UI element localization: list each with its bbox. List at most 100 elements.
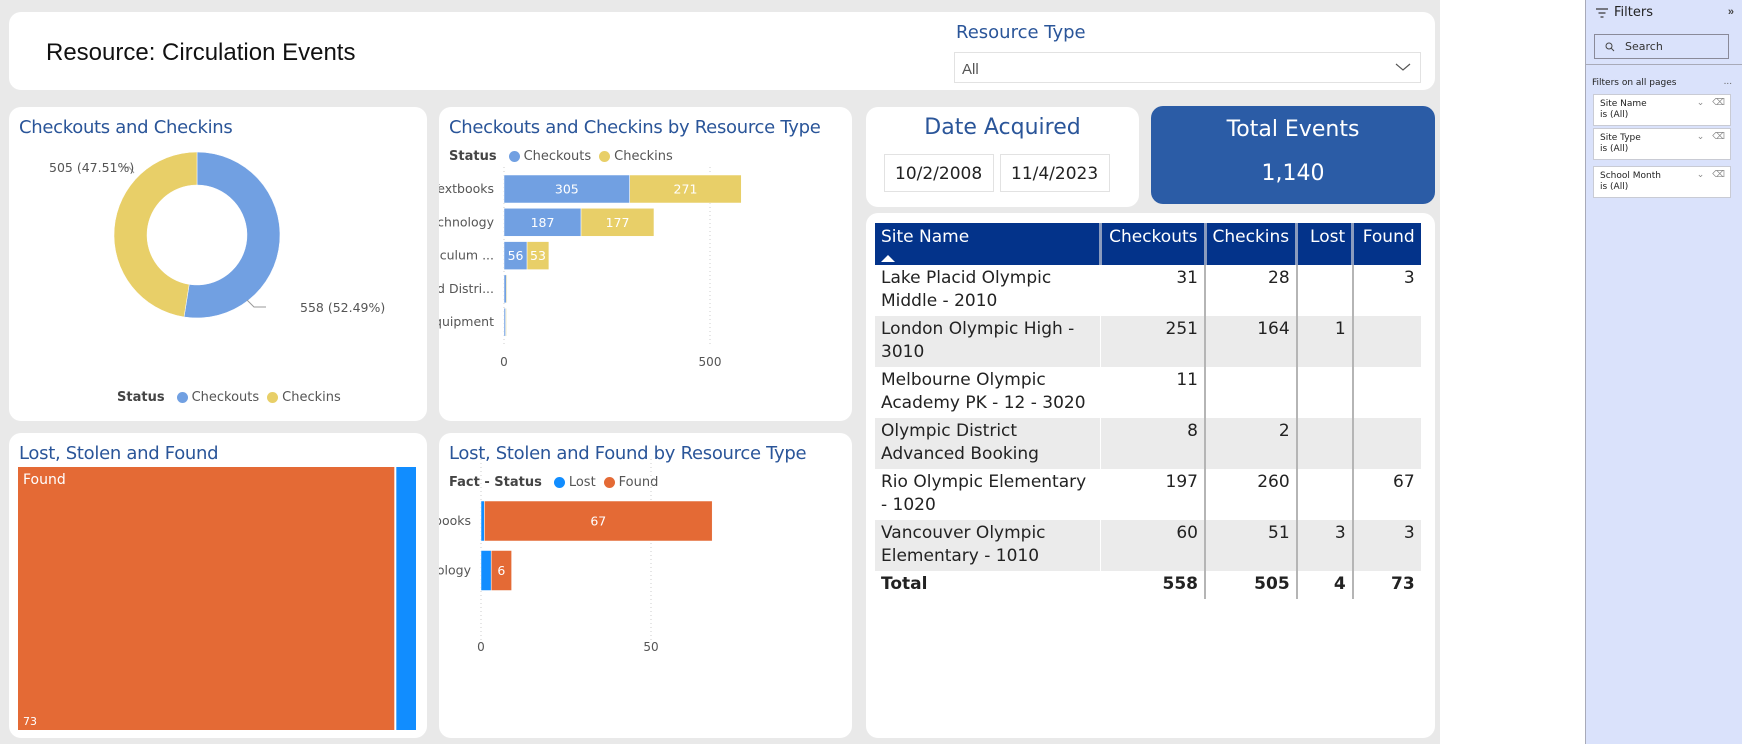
cell-checkins: 51 bbox=[1205, 520, 1298, 571]
filter-search-input[interactable]: Search bbox=[1594, 34, 1729, 59]
cell-checkouts: 60 bbox=[1100, 520, 1206, 571]
bar-data-label: 6 bbox=[497, 563, 505, 578]
date-end-input[interactable]: 11/4/2023 bbox=[1000, 154, 1110, 192]
donut-chart: 505 (47.51%) 558 (52.49%) bbox=[49, 151, 385, 319]
cell-found: 67 bbox=[1393, 472, 1415, 492]
eraser-icon[interactable]: ⌫ bbox=[1712, 170, 1725, 181]
filter-pane: Filters » Search Filters on all pages ..… bbox=[1585, 0, 1742, 744]
search-placeholder: Search bbox=[1625, 40, 1663, 53]
lost-stolen-found-by-type-card: Lost, Stolen and Found by Resource Type … bbox=[439, 433, 852, 738]
total-checkins: 505 bbox=[1205, 571, 1298, 599]
legend-label-checkouts[interactable]: Checkouts bbox=[192, 390, 260, 405]
bar-data-label: 56 bbox=[508, 248, 524, 263]
column-header-found[interactable]: Found bbox=[1352, 223, 1421, 265]
resource-type-selected-value: All bbox=[962, 61, 979, 78]
cell-lost bbox=[1296, 469, 1354, 520]
site-table-card: Site Name Checkouts Checkins Lost Found … bbox=[866, 213, 1435, 738]
lost-stolen-found-card: Lost, Stolen and Found Found 73 bbox=[9, 433, 427, 738]
cell-found bbox=[1352, 316, 1421, 367]
table-row[interactable]: Melbourne Olympic Academy PK - 12 - 3020… bbox=[875, 367, 1421, 418]
date-acquired-title: Date Acquired bbox=[924, 115, 1081, 140]
filter-card-school-month[interactable]: School Month is (All) ⌄ ⌫ bbox=[1593, 166, 1731, 198]
cell-checkins: 164 bbox=[1205, 316, 1298, 367]
filter-card-site-type[interactable]: Site Type is (All) ⌄ ⌫ bbox=[1593, 128, 1731, 160]
chevron-down-icon[interactable]: ⌄ bbox=[1697, 170, 1705, 181]
y-category-label: Textbooks bbox=[439, 513, 471, 528]
table-row[interactable]: Olympic District Advanced Booking 8 2 bbox=[875, 418, 1421, 469]
cell-checkouts: 251 bbox=[1100, 316, 1206, 367]
more-options-icon[interactable]: ... bbox=[1724, 76, 1732, 87]
cell-checkouts: 31 bbox=[1100, 265, 1206, 316]
page-title: Resource: Circulation Events bbox=[46, 39, 356, 66]
cell-checkouts: 197 bbox=[1100, 469, 1206, 520]
cell-lost: 3 bbox=[1296, 520, 1354, 571]
bar-checkins-3[interactable] bbox=[506, 274, 508, 304]
cell-found bbox=[1353, 367, 1421, 418]
chevron-down-icon[interactable]: ⌄ bbox=[1697, 98, 1705, 109]
x-tick-label: 0 bbox=[477, 640, 485, 654]
kpi-value: 1,140 bbox=[1261, 161, 1325, 186]
donut-slice-checkins[interactable] bbox=[113, 151, 198, 318]
filter-pane-header: Filters bbox=[1596, 5, 1653, 20]
table-row[interactable]: Rio Olympic Elementary - 1020 197 260 67 bbox=[875, 469, 1421, 520]
bar-checkins-4[interactable] bbox=[505, 307, 507, 337]
date-start-input[interactable]: 10/2/2008 bbox=[884, 154, 994, 192]
bar-lost-0[interactable] bbox=[480, 500, 485, 542]
filter-card-site-name[interactable]: Site Name is (All) ⌄ ⌫ bbox=[1593, 94, 1731, 126]
collapse-pane-icon[interactable]: » bbox=[1728, 6, 1734, 18]
column-header-checkouts[interactable]: Checkouts bbox=[1100, 223, 1207, 265]
treemap-tile-found[interactable] bbox=[18, 467, 395, 730]
cell-checkins: 2 bbox=[1205, 418, 1298, 469]
eraser-icon[interactable]: ⌫ bbox=[1712, 132, 1725, 143]
kpi-title: Total Events bbox=[1226, 117, 1360, 142]
table-row[interactable]: London Olympic High - 3010 251 164 1 bbox=[875, 316, 1421, 367]
cell-site-name: London Olympic High - 3010 bbox=[875, 316, 1101, 367]
bar-data-label: 187 bbox=[531, 215, 555, 230]
donut-data-label-checkins: 505 (47.51%) bbox=[49, 160, 134, 175]
x-tick-label: 50 bbox=[643, 640, 658, 654]
bar-chart-checkouts-checkins: 0 500 Textbooks 305 271 Technology 187 177 Curri… bbox=[439, 167, 742, 369]
column-header-site-name[interactable]: Site Name bbox=[875, 223, 1102, 265]
treemap-label-found: Found bbox=[23, 472, 66, 488]
checkouts-checkins-donut-card: Checkouts and Checkins 505 (47.51%) 558 (… bbox=[9, 107, 427, 421]
table-row[interactable]: Lake Placid Olympic Middle - 2010 31 28 3 bbox=[875, 265, 1421, 316]
column-header-checkins[interactable]: Checkins bbox=[1205, 223, 1299, 265]
cell-site-name: Lake Placid Olympic Middle - 2010 bbox=[875, 265, 1101, 316]
search-icon bbox=[1605, 42, 1615, 52]
filter-state: is (All) bbox=[1600, 144, 1629, 154]
cell-site-name: Olympic District Advanced Booking bbox=[875, 418, 1101, 469]
column-header-lost[interactable]: Lost bbox=[1296, 223, 1355, 265]
bar-lost-1[interactable] bbox=[480, 550, 492, 591]
bar-data-label: 53 bbox=[530, 248, 546, 263]
treemap-tile-lost[interactable] bbox=[396, 467, 416, 730]
report-canvas: Resource: Circulation Events Resource Ty… bbox=[0, 0, 1440, 744]
resource-type-dropdown[interactable]: All bbox=[954, 52, 1421, 83]
bar-chart-lost-found: 0 50 Textbooks 67 Technology 6 bbox=[439, 459, 713, 654]
y-category-label: Technology bbox=[439, 214, 495, 229]
donut-data-label-checkouts: 558 (52.49%) bbox=[300, 300, 385, 315]
filter-state: is (All) bbox=[1600, 182, 1629, 192]
sort-ascending-icon bbox=[881, 255, 895, 262]
table-total-row: Total 558 505 4 73 bbox=[875, 571, 1421, 599]
chevron-down-icon bbox=[1395, 63, 1411, 71]
filter-icon bbox=[1596, 7, 1608, 18]
chevron-down-icon[interactable]: ⌄ bbox=[1697, 132, 1705, 143]
eraser-icon[interactable]: ⌫ bbox=[1712, 98, 1725, 109]
treemap-value-found: 73 bbox=[23, 715, 37, 728]
legend-label-checkins[interactable]: Checkins bbox=[282, 390, 341, 405]
donut-slice-checkouts[interactable] bbox=[183, 151, 281, 319]
total-found: 73 bbox=[1390, 574, 1415, 594]
cell-site-name: Vancouver Olympic Elementary - 1010 bbox=[875, 520, 1101, 571]
cell-checkouts: 11 bbox=[1100, 367, 1206, 418]
x-tick-label: 500 bbox=[699, 355, 722, 369]
table-row[interactable]: Vancouver Olympic Elementary - 1010 60 51 3… bbox=[875, 520, 1421, 571]
bar-checkouts-3[interactable] bbox=[503, 274, 507, 304]
cell-found: 3 bbox=[1403, 268, 1415, 288]
total-events-kpi-card: Total Events 1,140 bbox=[1151, 106, 1435, 204]
cell-checkins: 28 bbox=[1205, 265, 1298, 316]
divider bbox=[1586, 64, 1742, 65]
column-header-label: Site Name bbox=[881, 227, 970, 247]
bar-data-label: 271 bbox=[674, 182, 698, 197]
bar-data-label: 305 bbox=[555, 182, 579, 197]
report-header: Resource: Circulation Events Resource Ty… bbox=[9, 12, 1435, 90]
